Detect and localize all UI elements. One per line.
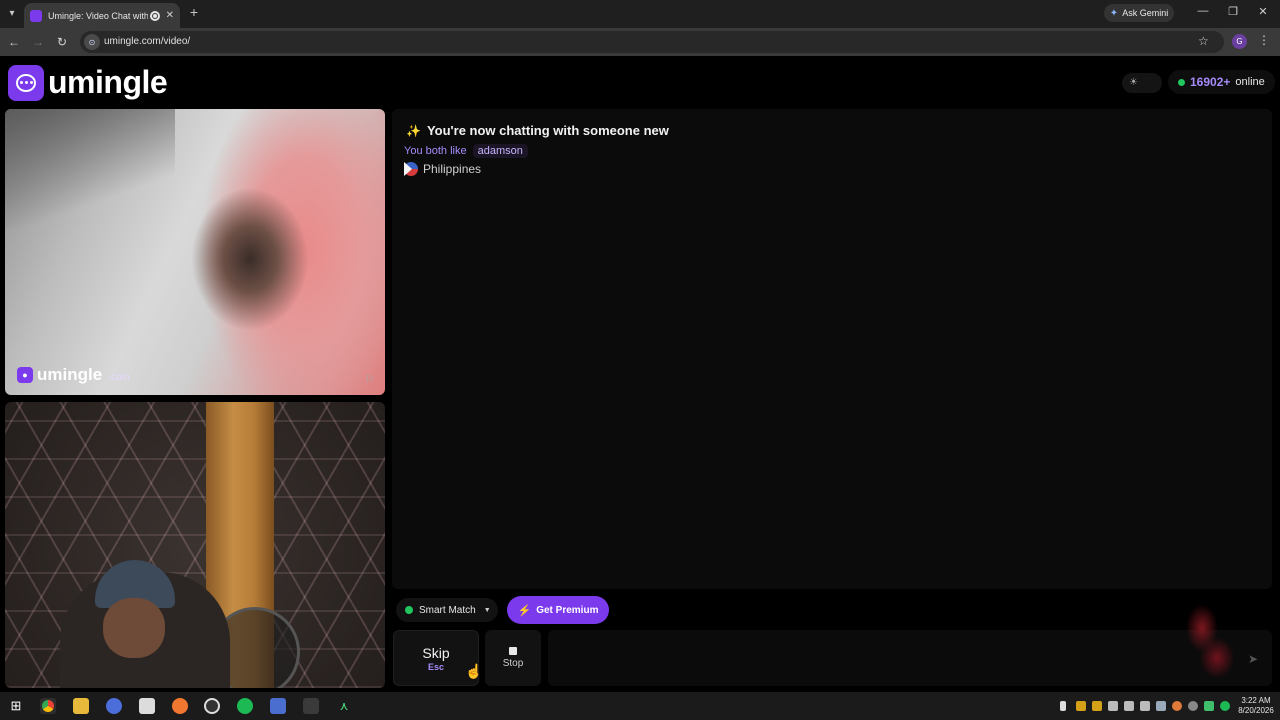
tray-app-icon[interactable] xyxy=(1108,701,1118,711)
tray-app-icon[interactable] xyxy=(1092,701,1102,711)
video-watermark: ● umingle .com xyxy=(17,365,130,385)
stop-icon xyxy=(509,647,517,655)
smart-match-label: Smart Match xyxy=(419,604,476,616)
watermark-text: umingle xyxy=(37,365,103,384)
bookmark-star-icon[interactable]: ☆ xyxy=(1198,34,1209,48)
tab-close-icon[interactable]: ✕ xyxy=(166,10,174,21)
stranger-video: ● umingle .com ⚐ xyxy=(5,109,385,395)
windows-taskbar: ⊞ ⋏ 3:22 AM 8/20/2026 xyxy=(0,692,1280,720)
minimize-icon[interactable]: — xyxy=(1196,5,1210,17)
chrome-taskbar-icon[interactable] xyxy=(40,698,56,714)
address-bar[interactable]: ⊙ umingle.com/video/ xyxy=(80,31,1224,53)
online-count: 16902+ xyxy=(1190,75,1231,89)
smart-match-dropdown[interactable]: Smart Match ▼ xyxy=(396,598,498,622)
online-status-dot xyxy=(1178,78,1185,86)
stop-label: Stop xyxy=(502,658,524,669)
clock-date: 8/20/2026 xyxy=(1238,706,1274,715)
profile-avatar[interactable]: G xyxy=(1232,34,1247,49)
theme-toggle[interactable]: ☀ xyxy=(1122,73,1162,93)
watermark-suffix: .com xyxy=(108,371,130,383)
chat-bubble-icon: ● xyxy=(17,367,33,383)
spotify-icon[interactable] xyxy=(237,698,253,714)
window-close-icon[interactable]: ✕ xyxy=(1256,5,1270,18)
send-icon[interactable]: ➤ xyxy=(1248,652,1258,666)
shared-interests: You both like adamson xyxy=(404,144,528,158)
country-name: Philippines xyxy=(423,162,482,176)
browser-menu-icon[interactable]: ⋮ xyxy=(1258,33,1270,47)
restore-icon[interactable]: ❐ xyxy=(1226,5,1240,18)
new-tab-button[interactable]: + xyxy=(186,4,202,22)
volume-icon[interactable] xyxy=(1124,701,1134,711)
philippines-flag-icon xyxy=(404,162,418,176)
windows-start-icon[interactable]: ⊞ xyxy=(8,698,24,714)
stranger-country: Philippines xyxy=(404,162,481,176)
forward-icon[interactable]: → xyxy=(30,34,46,50)
reload-icon[interactable]: ↻ xyxy=(54,34,70,50)
sun-icon: ☀ xyxy=(1129,77,1138,88)
flag-icon[interactable]: ⚐ xyxy=(365,373,377,386)
chrome-profile-icon[interactable] xyxy=(106,698,122,714)
chat-bubble-icon xyxy=(8,64,44,101)
site-logo[interactable]: umingle xyxy=(8,64,168,101)
message-input[interactable] xyxy=(548,630,1272,686)
online-counter: 16902+ online xyxy=(1168,70,1275,94)
notepad-icon[interactable] xyxy=(139,698,155,714)
get-premium-button[interactable]: ⚡ Get Premium xyxy=(507,596,609,624)
logo-text: umingle xyxy=(48,64,168,100)
paint-icon[interactable] xyxy=(270,698,286,714)
browser-tab-strip: ▾ Umingle: Video Chat with S ✕ + ✦ Ask G… xyxy=(0,0,1280,28)
tray-app-icon[interactable] xyxy=(1076,701,1086,711)
app-icon[interactable]: ⋏ xyxy=(336,698,352,714)
obs-icon[interactable] xyxy=(204,698,220,714)
skip-label: Skip xyxy=(422,644,450,661)
tray-app-icon[interactable] xyxy=(1172,701,1182,711)
app-icon[interactable] xyxy=(172,698,188,714)
network-icon[interactable] xyxy=(1140,701,1150,711)
browser-toolbar: ← → ↻ ⊙ umingle.com/video/ ☆ G ⋮ xyxy=(0,28,1280,56)
stop-button[interactable]: Stop xyxy=(485,630,541,686)
app-icon[interactable] xyxy=(303,698,319,714)
tray-app-icon[interactable] xyxy=(1188,701,1198,711)
taskbar-clock[interactable]: 3:22 AM 8/20/2026 xyxy=(1234,696,1278,716)
skip-shortcut-hint: Esc xyxy=(427,661,444,672)
tab-favicon-icon xyxy=(30,9,42,22)
microphone-icon[interactable] xyxy=(1060,701,1066,711)
interests-label: You both like xyxy=(404,145,467,157)
ask-gemini-label: Ask Gemini xyxy=(1122,8,1169,18)
umingle-page: umingle ☀ 16902+ online ● umingle .com ⚐… xyxy=(0,56,1280,692)
interest-tag: adamson xyxy=(472,144,528,158)
steam-icon[interactable] xyxy=(1156,701,1166,711)
streamer-overlay-logo xyxy=(1172,588,1244,684)
online-label: online xyxy=(1235,76,1265,88)
tab-search-icon[interactable]: ▾ xyxy=(4,5,20,21)
chat-status-message: ✨ You're now chatting with someone new xyxy=(406,123,669,138)
browser-tab[interactable]: Umingle: Video Chat with S ✕ xyxy=(24,3,180,28)
recording-icon xyxy=(149,10,160,21)
self-video xyxy=(5,402,385,688)
sparkle-icon: ✨ xyxy=(406,123,421,138)
spotify-tray-icon[interactable] xyxy=(1220,701,1230,711)
address-url: umingle.com/video/ xyxy=(104,36,191,47)
mouse-pointer-icon: ☝ xyxy=(465,663,483,679)
back-icon[interactable]: ← xyxy=(6,34,22,50)
clock-time: 3:22 AM xyxy=(1241,696,1271,705)
chevron-down-icon: ▼ xyxy=(483,606,491,614)
chat-status-text: You're now chatting with someone new xyxy=(426,123,669,138)
ask-gemini-button[interactable]: ✦ Ask Gemini xyxy=(1104,4,1174,22)
lightning-icon: ⚡ xyxy=(517,604,532,617)
gemini-sparkle-icon: ✦ xyxy=(1109,7,1119,19)
site-info-icon[interactable]: ⊙ xyxy=(84,34,100,50)
chat-panel: ✨ You're now chatting with someone new Y… xyxy=(392,109,1272,589)
tab-title: Umingle: Video Chat with S xyxy=(48,10,148,21)
match-status-dot xyxy=(405,606,413,614)
tray-app-icon[interactable] xyxy=(1204,701,1214,711)
premium-label: Get Premium xyxy=(536,604,599,616)
file-explorer-icon[interactable] xyxy=(73,698,89,714)
